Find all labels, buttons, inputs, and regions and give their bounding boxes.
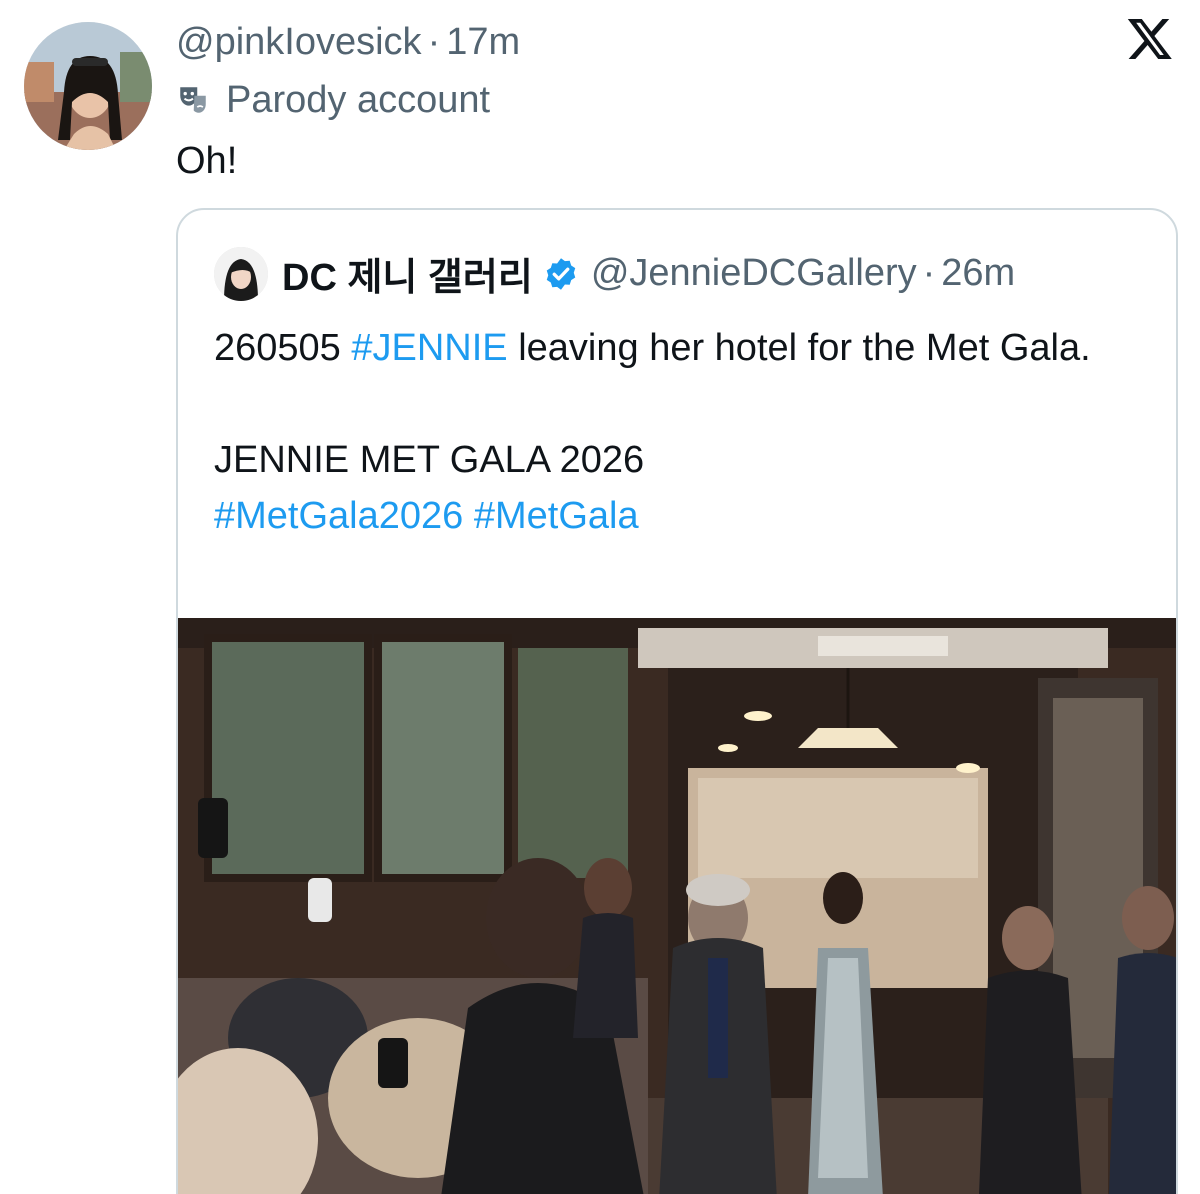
verified-badge-icon: [543, 256, 579, 292]
author-header: @pinkIovesick · 17m: [176, 18, 520, 66]
quoted-tweet[interactable]: DC 제니 갤러리 @JennieDCGallery · 26m 260505 #J…: [176, 208, 1178, 1194]
post-text: Oh!: [176, 140, 238, 182]
quoted-rest: leaving her hotel for the Met Gala.: [507, 327, 1091, 369]
user-avatar-photo: [24, 22, 152, 150]
author-avatar[interactable]: [24, 22, 152, 150]
hashtag-metgala2026[interactable]: #MetGala2026: [214, 495, 463, 537]
quoted-avatar[interactable]: [214, 246, 268, 301]
quoted-hashtags: #MetGala2026 #MetGala: [214, 488, 1144, 544]
header-separator: ·: [427, 21, 441, 63]
hashtag-metgala[interactable]: #MetGala: [474, 495, 639, 537]
quoted-display-name[interactable]: DC 제니 갤러리: [282, 246, 533, 301]
media-image: [178, 618, 1176, 1194]
post-time[interactable]: 17m: [446, 21, 520, 63]
video-thumbnail-hotel-exit[interactable]: [178, 618, 1176, 1194]
hashtag-space: [463, 495, 474, 537]
quoted-avatar-photo: [214, 246, 268, 301]
quoted-handle-line: @JennieDCGallery · 26m: [591, 252, 1015, 295]
theater-masks-icon: [176, 83, 210, 117]
parody-label-text: Parody account: [226, 79, 491, 121]
quoted-text: 260505 #JENNIE leaving her hotel for the…: [214, 320, 1144, 544]
quoted-handle[interactable]: @JennieDCGallery: [591, 252, 917, 294]
quoted-separator: ·: [922, 252, 936, 294]
x-logo-icon: [1126, 14, 1174, 62]
tweet: @pinkIovesick · 17m Parody account Oh! D…: [0, 0, 1200, 1194]
quoted-time[interactable]: 26m: [941, 252, 1015, 294]
author-handle[interactable]: @pinkIovesick: [176, 21, 422, 63]
quoted-header: DC 제니 갤러리 @JennieDCGallery · 26m: [214, 246, 1015, 301]
quoted-blank-line: [214, 376, 1144, 432]
quoted-date: 260505: [214, 327, 352, 369]
hashtag-jennie[interactable]: #JENNIE: [351, 327, 507, 369]
parody-label: Parody account: [176, 76, 490, 124]
quoted-text-line2: JENNIE MET GALA 2026: [214, 439, 645, 481]
quoted-text-line1: 260505 #JENNIE leaving her hotel for the…: [214, 320, 1144, 376]
